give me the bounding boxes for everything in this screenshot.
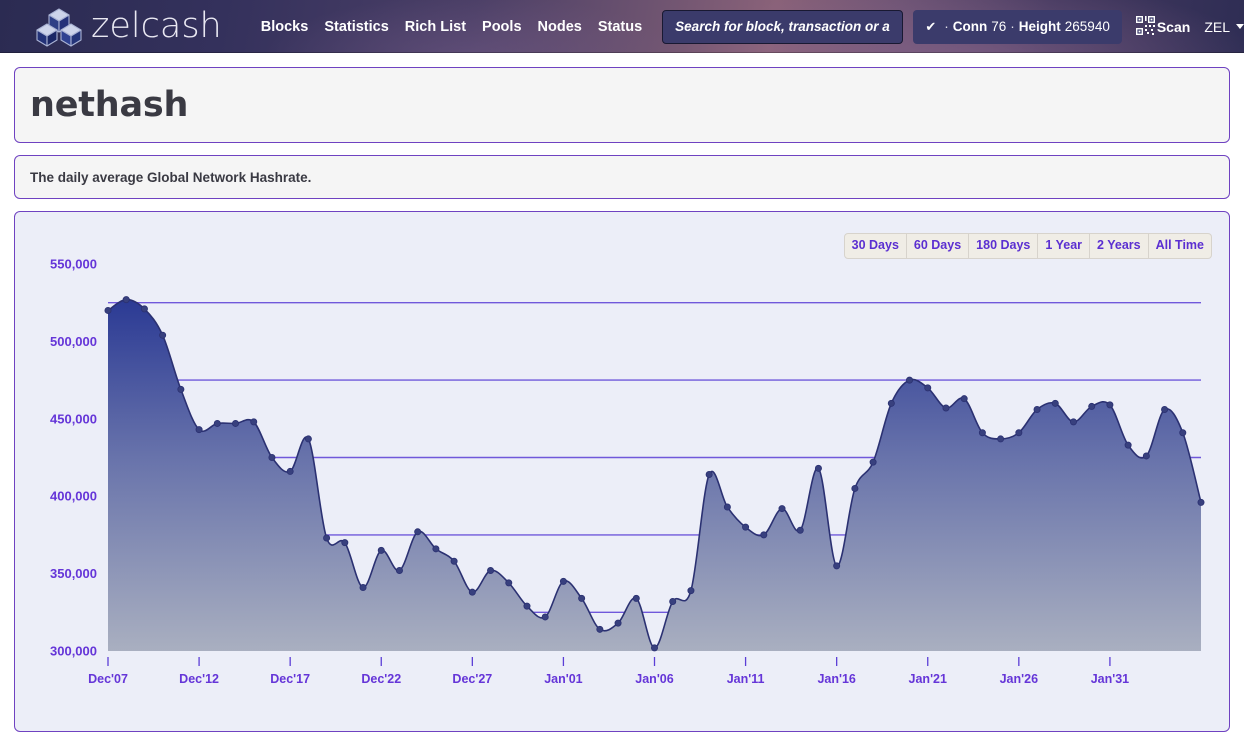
nav-item-status[interactable]: Status	[590, 13, 650, 41]
svg-text:Dec'17: Dec'17	[270, 672, 310, 686]
nav-item-blocks[interactable]: Blocks	[253, 13, 317, 41]
scan-button[interactable]: Scan	[1136, 16, 1190, 38]
svg-text:Dec'22: Dec'22	[361, 672, 401, 686]
svg-text:400,000: 400,000	[50, 489, 97, 504]
range-button-180-days[interactable]: 180 Days	[969, 233, 1038, 259]
range-button-2-years[interactable]: 2 Years	[1090, 233, 1149, 259]
search-input[interactable]	[673, 18, 892, 35]
svg-text:Jan'06: Jan'06	[635, 672, 673, 686]
svg-text:300,000: 300,000	[50, 644, 97, 659]
svg-text:Dec'12: Dec'12	[179, 672, 219, 686]
qr-code-icon	[1136, 16, 1155, 38]
height-value: 265940	[1065, 19, 1110, 34]
svg-text:350,000: 350,000	[50, 566, 97, 581]
nav-item-nodes[interactable]: Nodes	[530, 13, 590, 41]
brand-name: zelcash	[91, 9, 222, 44]
range-button-60-days[interactable]: 60 Days	[907, 233, 969, 259]
nav-item-rich-list[interactable]: Rich List	[397, 13, 474, 41]
nav-item-statistics[interactable]: Statistics	[316, 13, 396, 41]
main-nav: Blocks Statistics Rich List Pools Nodes …	[253, 13, 650, 41]
conn-value: 76	[991, 19, 1006, 34]
area-fill	[108, 300, 1201, 651]
search-box[interactable]	[662, 10, 903, 44]
svg-text:Dec'27: Dec'27	[452, 672, 492, 686]
svg-text:Jan'21: Jan'21	[909, 672, 947, 686]
chart-panel: 30 Days 60 Days 180 Days 1 Year 2 Years …	[14, 211, 1230, 732]
height-label: Height	[1019, 19, 1061, 34]
currency-dropdown[interactable]: ZEL	[1204, 19, 1244, 35]
svg-text:Jan'11: Jan'11	[727, 672, 765, 686]
range-button-all-time[interactable]: All Time	[1149, 233, 1212, 259]
status-separator-1: ·	[944, 19, 949, 34]
currency-label: ZEL	[1204, 19, 1230, 35]
check-icon: ✔	[925, 19, 936, 35]
status-separator-2: ·	[1010, 19, 1015, 34]
range-button-1-year[interactable]: 1 Year	[1038, 233, 1090, 259]
status-badge[interactable]: ✔ · Conn 76 · Height 265940	[913, 10, 1122, 44]
svg-text:Jan'01: Jan'01	[544, 672, 582, 686]
y-axis-labels: 300,000 350,000 400,000 450,000 500,000 550,0…	[50, 257, 97, 659]
page-title-panel: nethash	[14, 67, 1230, 143]
range-selector: 30 Days 60 Days 180 Days 1 Year 2 Years …	[844, 233, 1212, 259]
nethash-area-chart[interactable]: 300,000 350,000 400,000 450,000 500,000 550,0…	[15, 212, 1229, 731]
zelcash-cubes-logo-icon	[36, 7, 82, 47]
scan-label: Scan	[1157, 19, 1190, 35]
chevron-down-icon	[1236, 24, 1244, 29]
svg-text:Dec'07: Dec'07	[88, 672, 128, 686]
x-axis-labels: Dec'07 Dec'12 Dec'17 Dec'22 Dec'27 Jan'01 Jan'…	[88, 657, 1129, 686]
page-description-panel: The daily average Global Network Hashrat…	[14, 155, 1230, 199]
nav-item-pools[interactable]: Pools	[474, 13, 529, 41]
svg-text:Jan'16: Jan'16	[817, 672, 855, 686]
range-button-30-days[interactable]: 30 Days	[844, 233, 907, 259]
svg-text:500,000: 500,000	[50, 334, 97, 349]
brand-logo-link[interactable]: zelcash	[36, 0, 222, 53]
page-title: nethash	[30, 85, 188, 125]
page-description: The daily average Global Network Hashrat…	[30, 170, 311, 185]
svg-text:Jan'31: Jan'31	[1091, 672, 1129, 686]
svg-text:Jan'26: Jan'26	[1000, 672, 1038, 686]
conn-label: Conn	[953, 19, 988, 34]
svg-text:550,000: 550,000	[50, 257, 97, 272]
svg-text:450,000: 450,000	[50, 411, 97, 426]
top-navbar: zelcash Blocks Statistics Rich List Pool…	[0, 0, 1244, 53]
